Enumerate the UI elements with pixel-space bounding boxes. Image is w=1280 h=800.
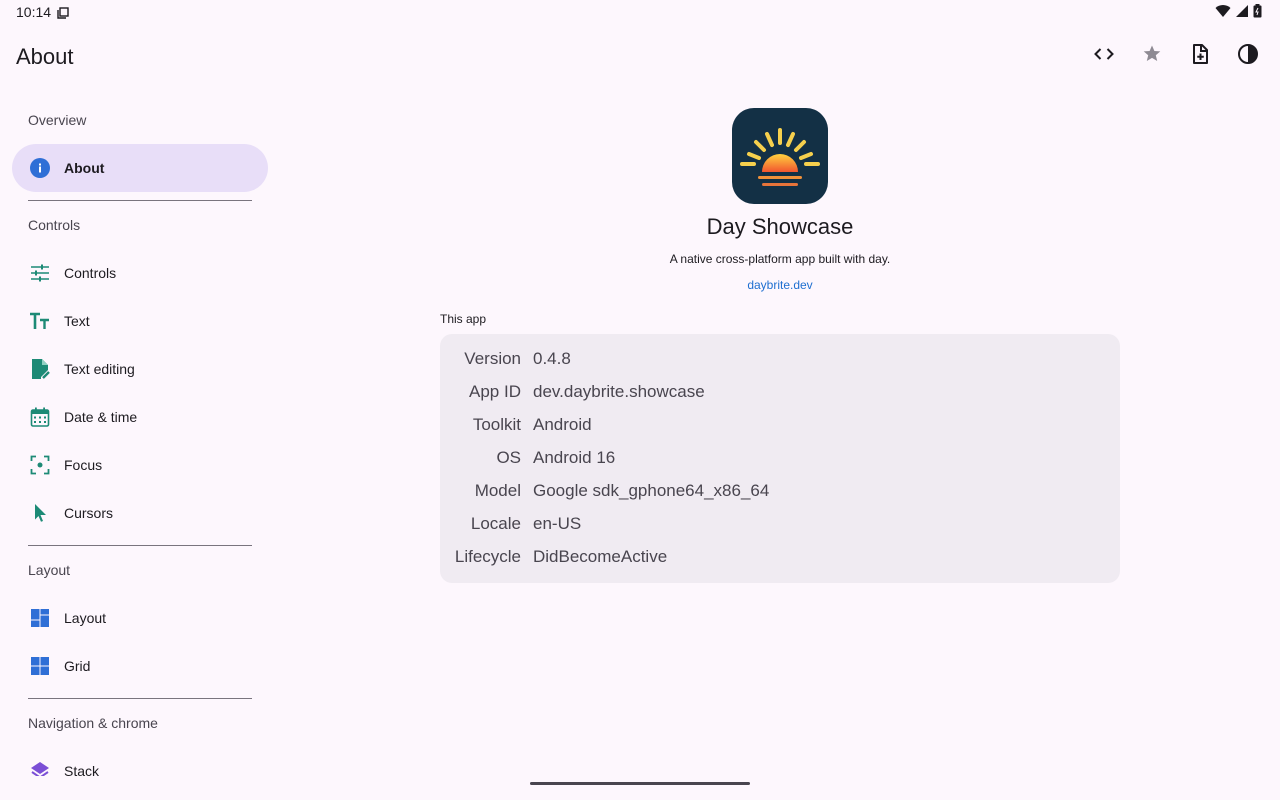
sidebar-item-text-editing[interactable]: Text editing (12, 345, 268, 393)
sidebar-item-focus[interactable]: Focus (12, 441, 268, 489)
sidebar-item-controls[interactable]: Controls (12, 249, 268, 297)
tune-icon (28, 261, 52, 285)
gesture-nav-handle[interactable] (530, 782, 750, 785)
info-key: App ID (469, 382, 521, 401)
status-time: 10:14 (16, 4, 52, 20)
notification-icon (57, 6, 69, 24)
status-bar: 10:14 (0, 0, 1280, 24)
info-key: Version (464, 349, 521, 368)
sidebar-item-text[interactable]: Text (12, 297, 268, 345)
new-document-button[interactable] (1176, 32, 1224, 80)
sidebar-item-label: Text (64, 313, 90, 329)
section-header-layout: Layout (28, 562, 71, 578)
info-key: Toolkit (472, 415, 521, 434)
wifi-icon (1215, 4, 1231, 23)
top-app-bar: About (0, 32, 1280, 80)
info-row-app-id: App ID dev.daybrite.showcase (440, 376, 1120, 409)
grid-icon (28, 654, 52, 678)
code-icon (1092, 42, 1116, 71)
app-info-card: Version 0.4.8 App ID dev.daybrite.showca… (440, 334, 1120, 583)
navigation-drawer: Overview About Controls Controls Text Te… (0, 96, 280, 776)
card-label: This app (440, 312, 487, 326)
sidebar-item-label: About (64, 160, 105, 176)
favorite-button[interactable] (1128, 32, 1176, 80)
sidebar-item-label: Text editing (64, 361, 135, 377)
app-tagline: A native cross-platform app built with d… (669, 252, 891, 266)
sidebar-item-about[interactable]: About (12, 144, 268, 192)
divider (28, 200, 252, 201)
info-row-version: Version 0.4.8 (440, 343, 1120, 376)
note-add-icon (1188, 42, 1212, 71)
info-row-locale: Locale en-US (440, 508, 1120, 541)
info-value: Google sdk_gphone64_x86_64 (533, 481, 770, 500)
info-value: Android 16 (533, 448, 616, 467)
website-link[interactable]: daybrite.dev (440, 278, 1120, 292)
text-fields-icon (28, 309, 52, 333)
sidebar-item-label: Cursors (64, 505, 114, 521)
code-button[interactable] (1080, 32, 1128, 80)
info-key: Model (474, 481, 521, 500)
sidebar-item-label: Focus (64, 457, 103, 473)
sidebar-item-cursors[interactable]: Cursors (12, 489, 268, 537)
star-icon (1140, 42, 1164, 71)
sidebar-item-label: Stack (64, 763, 100, 776)
sidebar-item-date-time[interactable]: Date & time (12, 393, 268, 441)
cursor-icon (28, 501, 52, 525)
edit-document-icon (28, 357, 52, 381)
app-name: Day Showcase (706, 214, 854, 239)
focus-icon (28, 453, 52, 477)
info-value: dev.daybrite.showcase (533, 382, 705, 401)
sidebar-item-label: Date & time (64, 409, 138, 425)
signal-icon (1235, 4, 1249, 23)
section-header-overview: Overview (28, 112, 87, 128)
divider (28, 698, 252, 699)
calendar-icon (28, 405, 52, 429)
contrast-icon (1236, 42, 1260, 71)
sidebar-item-label: Layout (64, 610, 107, 626)
sidebar-item-grid[interactable]: Grid (12, 642, 268, 690)
section-header-navigation-chrome: Navigation & chrome (28, 715, 158, 731)
sidebar-item-label: Controls (64, 265, 117, 281)
layout-icon (28, 606, 52, 630)
info-key: OS (496, 448, 521, 467)
info-row-model: Model Google sdk_gphone64_x86_64 (440, 475, 1120, 508)
info-value: en-US (533, 514, 582, 533)
app-logo (732, 108, 828, 204)
info-row-os: OS Android 16 (440, 442, 1120, 475)
info-row-toolkit: Toolkit Android (440, 409, 1120, 442)
info-key: Locale (470, 514, 521, 533)
info-value: DidBecomeActive (533, 547, 668, 566)
info-value: 0.4.8 (533, 349, 571, 368)
info-value: Android (533, 415, 592, 434)
info-key: Lifecycle (454, 547, 521, 566)
page-title: About (16, 44, 74, 69)
sidebar-item-stack[interactable]: Stack (12, 747, 268, 776)
divider (28, 545, 252, 546)
sidebar-item-label: Grid (64, 658, 91, 674)
info-icon (28, 156, 52, 180)
battery-icon (1253, 4, 1262, 23)
info-row-lifecycle: Lifecycle DidBecomeActive (440, 541, 1120, 574)
theme-toggle-button[interactable] (1224, 32, 1272, 80)
section-header-controls: Controls (28, 217, 81, 233)
sidebar-item-layout[interactable]: Layout (12, 594, 268, 642)
stack-icon (28, 759, 52, 776)
